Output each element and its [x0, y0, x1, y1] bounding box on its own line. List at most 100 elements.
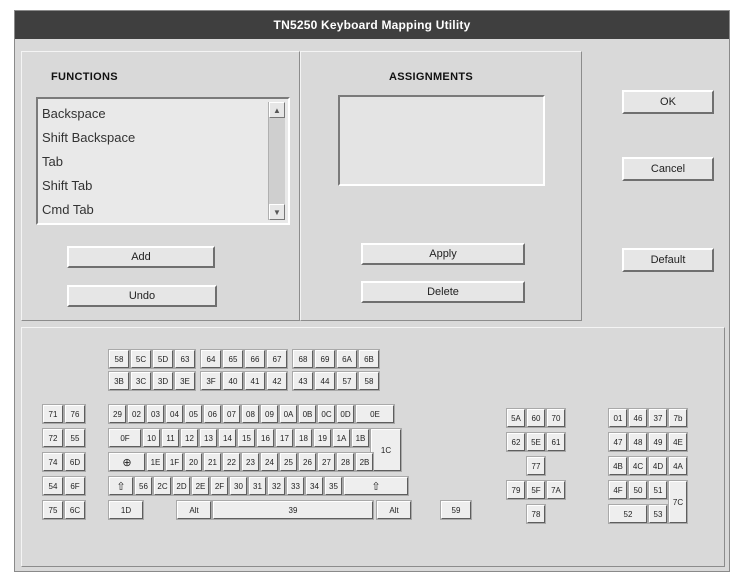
key-numpad-15[interactable]: 7C	[668, 480, 688, 524]
key-numpad-7[interactable]: 4E	[668, 432, 688, 452]
key-row1-13[interactable]: 0E	[355, 404, 395, 424]
key-left-7[interactable]: 6F	[64, 476, 86, 496]
key-row2-2[interactable]: 11	[161, 428, 180, 448]
key-left-6[interactable]: 54	[42, 476, 64, 496]
key-row4-5[interactable]: 30	[229, 476, 248, 496]
key-cursor-8[interactable]: 5F	[526, 480, 546, 500]
key-numpad-13[interactable]: 50	[628, 480, 648, 500]
key-row5-1[interactable]: Alt	[176, 500, 212, 520]
key-row1-5[interactable]: 06	[203, 404, 222, 424]
key-numpad-0[interactable]: 01	[608, 408, 628, 428]
key-row1-10[interactable]: 0B	[298, 404, 317, 424]
key-fn_top-7[interactable]: 67	[266, 349, 288, 369]
key-left-9[interactable]: 6C	[64, 500, 86, 520]
key-fn_bottom-8[interactable]: 43	[292, 371, 314, 391]
key-cursor-3[interactable]: 62	[506, 432, 526, 452]
shift-left-icon[interactable]: ⇧	[108, 476, 134, 496]
key-numpad-9[interactable]: 4C	[628, 456, 648, 476]
globe-icon[interactable]: ⊕	[108, 452, 146, 472]
key-left-1[interactable]: 76	[64, 404, 86, 424]
key-left-8[interactable]: 75	[42, 500, 64, 520]
key-row2-0[interactable]: 0F	[108, 428, 142, 448]
key-row5-2[interactable]: 39	[212, 500, 374, 520]
key-cursor-2[interactable]: 70	[546, 408, 566, 428]
key-fn_bottom-5[interactable]: 40	[222, 371, 244, 391]
key-row2-12[interactable]: 1B	[351, 428, 370, 448]
key-row3-9[interactable]: 27	[317, 452, 336, 472]
key-fn_bottom-3[interactable]: 3E	[174, 371, 196, 391]
key-row3-0[interactable]: 1E	[146, 452, 165, 472]
key-numpad-12[interactable]: 4F	[608, 480, 628, 500]
key-row3-3[interactable]: 21	[203, 452, 222, 472]
key-fn_bottom-2[interactable]: 3D	[152, 371, 174, 391]
key-fn_bottom-4[interactable]: 3F	[200, 371, 222, 391]
key-cursor-10[interactable]: 78	[526, 504, 546, 524]
shift-right-icon[interactable]: ⇧	[343, 476, 409, 496]
key-numpad-10[interactable]: 4D	[648, 456, 668, 476]
key-row4-4[interactable]: 2F	[210, 476, 229, 496]
key-row3-7[interactable]: 25	[279, 452, 298, 472]
key-row4-0[interactable]: 56	[134, 476, 153, 496]
key-row4-8[interactable]: 33	[286, 476, 305, 496]
key-numpad-8[interactable]: 4B	[608, 456, 628, 476]
key-row5-4[interactable]: 59	[440, 500, 472, 520]
key-row2-11[interactable]: 1A	[332, 428, 351, 448]
key-row1-0[interactable]: 29	[108, 404, 127, 424]
key-fn_top-3[interactable]: 63	[174, 349, 196, 369]
key-fn_top-4[interactable]: 64	[200, 349, 222, 369]
key-left-3[interactable]: 55	[64, 428, 86, 448]
key-numpad-17[interactable]: 53	[648, 504, 668, 524]
key-fn_bottom-1[interactable]: 3C	[130, 371, 152, 391]
key-row4-2[interactable]: 2D	[172, 476, 191, 496]
key-left-4[interactable]: 74	[42, 452, 64, 472]
key-numpad-16[interactable]: 52	[608, 504, 648, 524]
key-row3-11[interactable]: 2B	[355, 452, 374, 472]
key-row2-1[interactable]: 10	[142, 428, 161, 448]
key-fn_top-11[interactable]: 6B	[358, 349, 380, 369]
key-row2-6[interactable]: 15	[237, 428, 256, 448]
key-row1-11[interactable]: 0C	[317, 404, 336, 424]
key-row1-12[interactable]: 0D	[336, 404, 355, 424]
key-row1-2[interactable]: 03	[146, 404, 165, 424]
key-row4-10[interactable]: 35	[324, 476, 343, 496]
key-fn_bottom-10[interactable]: 57	[336, 371, 358, 391]
key-fn_top-10[interactable]: 6A	[336, 349, 358, 369]
key-row2-7[interactable]: 16	[256, 428, 275, 448]
key-numpad-6[interactable]: 49	[648, 432, 668, 452]
key-numpad-3[interactable]: 7b	[668, 408, 688, 428]
key-numpad-2[interactable]: 37	[648, 408, 668, 428]
key-row5-0[interactable]: 1D	[108, 500, 144, 520]
key-fn_top-2[interactable]: 5D	[152, 349, 174, 369]
key-fn_bottom-11[interactable]: 58	[358, 371, 380, 391]
key-row2-3[interactable]: 12	[180, 428, 199, 448]
key-cursor-6[interactable]: 77	[526, 456, 546, 476]
key-row4-9[interactable]: 34	[305, 476, 324, 496]
key-row3-10[interactable]: 28	[336, 452, 355, 472]
key-fn_bottom-0[interactable]: 3B	[108, 371, 130, 391]
key-row3-2[interactable]: 20	[184, 452, 203, 472]
key-cursor-1[interactable]: 60	[526, 408, 546, 428]
key-row1-1[interactable]: 02	[127, 404, 146, 424]
key-row1-3[interactable]: 04	[165, 404, 184, 424]
key-fn_top-8[interactable]: 68	[292, 349, 314, 369]
key-row4-1[interactable]: 2C	[153, 476, 172, 496]
key-fn_top-0[interactable]: 58	[108, 349, 130, 369]
key-cursor-9[interactable]: 7A	[546, 480, 566, 500]
key-fn_top-6[interactable]: 66	[244, 349, 266, 369]
key-numpad-4[interactable]: 47	[608, 432, 628, 452]
key-row3-8[interactable]: 26	[298, 452, 317, 472]
key-row4-7[interactable]: 32	[267, 476, 286, 496]
key-left-0[interactable]: 71	[42, 404, 64, 424]
key-numpad-5[interactable]: 48	[628, 432, 648, 452]
key-numpad-11[interactable]: 4A	[668, 456, 688, 476]
key-row1-6[interactable]: 07	[222, 404, 241, 424]
key-row4-6[interactable]: 31	[248, 476, 267, 496]
key-enter[interactable]: 1C	[370, 428, 402, 472]
key-row2-4[interactable]: 13	[199, 428, 218, 448]
key-row1-4[interactable]: 05	[184, 404, 203, 424]
key-cursor-4[interactable]: 5E	[526, 432, 546, 452]
key-row4-3[interactable]: 2E	[191, 476, 210, 496]
key-row2-9[interactable]: 18	[294, 428, 313, 448]
key-fn_top-1[interactable]: 5C	[130, 349, 152, 369]
key-fn_top-9[interactable]: 69	[314, 349, 336, 369]
